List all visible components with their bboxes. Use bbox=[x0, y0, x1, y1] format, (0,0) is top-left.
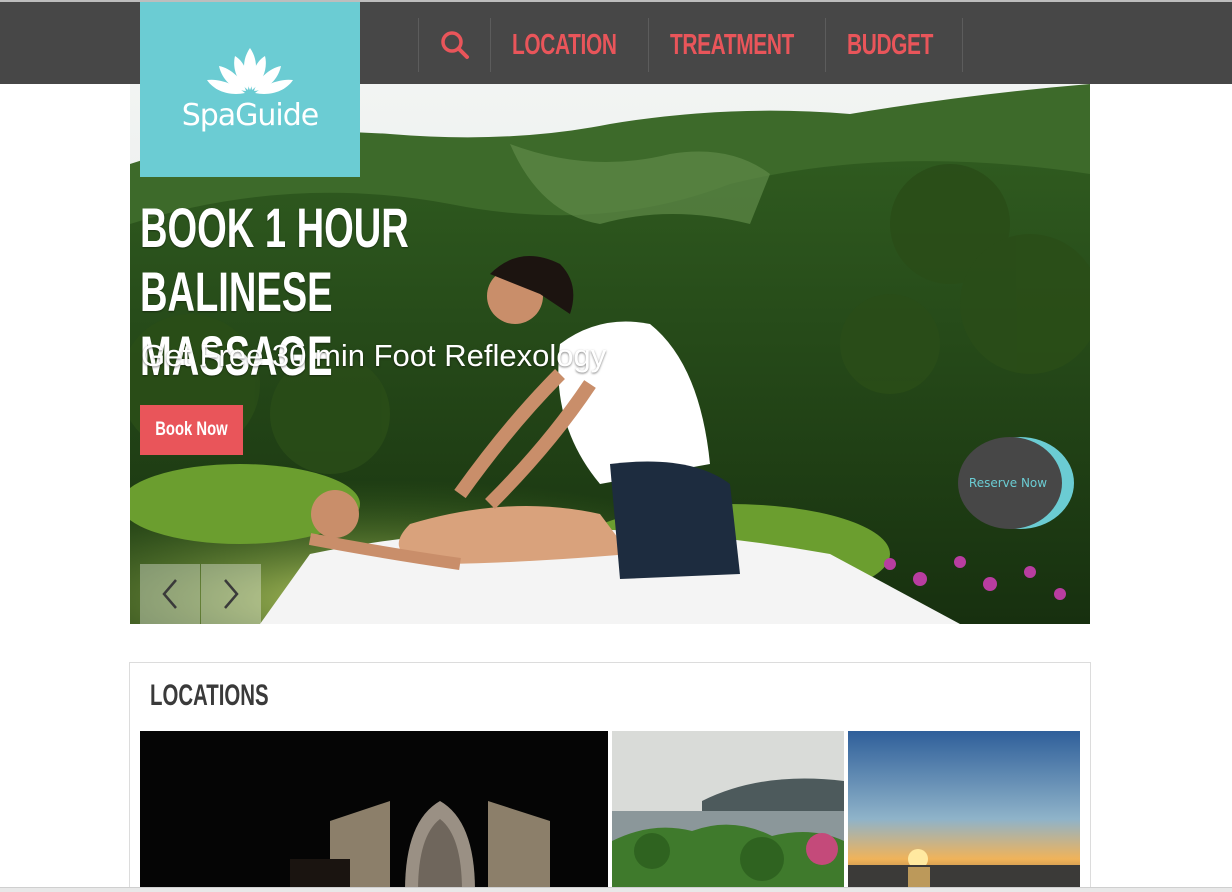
location-card[interactable] bbox=[140, 731, 608, 891]
search-button[interactable] bbox=[418, 18, 490, 72]
slider-prev-button[interactable] bbox=[140, 564, 200, 624]
hero-subheadline: Get Free 30 min Foot Reflexology bbox=[141, 338, 607, 373]
hero-headline-line1: BOOK 1 HOUR BALINESE bbox=[140, 196, 409, 323]
location-photo-temple bbox=[140, 731, 608, 891]
nav-budget-label: BUDGET bbox=[847, 28, 934, 61]
search-icon bbox=[441, 31, 469, 59]
spaguide-logo[interactable]: SpaGuide bbox=[140, 2, 360, 177]
book-now-label: Book Now bbox=[155, 419, 228, 440]
reserve-now-label: Reserve Now bbox=[968, 476, 1048, 490]
reserve-now-button[interactable]: Reserve Now bbox=[958, 436, 1076, 530]
chevron-right-icon bbox=[224, 579, 239, 609]
nav-treatment-label: TREATMENT bbox=[670, 28, 794, 61]
location-card[interactable] bbox=[848, 731, 1080, 891]
lotus-icon bbox=[207, 48, 293, 94]
location-photo-lake bbox=[612, 731, 844, 891]
window-bottom-edge bbox=[0, 887, 1232, 892]
location-photo-sunset bbox=[848, 731, 1080, 891]
slider-next-button[interactable] bbox=[201, 564, 261, 624]
book-now-button[interactable]: Book Now bbox=[140, 405, 243, 455]
nav-budget[interactable]: BUDGET bbox=[825, 18, 963, 72]
locations-section: LOCATIONS bbox=[129, 662, 1091, 892]
main-nav: LOCATION TREATMENT BUDGET bbox=[418, 18, 963, 72]
location-card[interactable] bbox=[612, 731, 844, 891]
nav-location-label: LOCATION bbox=[512, 28, 617, 61]
nav-treatment[interactable]: TREATMENT bbox=[648, 18, 825, 72]
chevron-left-icon bbox=[162, 579, 177, 609]
brand-name: SpaGuide bbox=[181, 98, 320, 133]
nav-location[interactable]: LOCATION bbox=[490, 18, 648, 72]
locations-title: LOCATIONS bbox=[150, 679, 269, 712]
